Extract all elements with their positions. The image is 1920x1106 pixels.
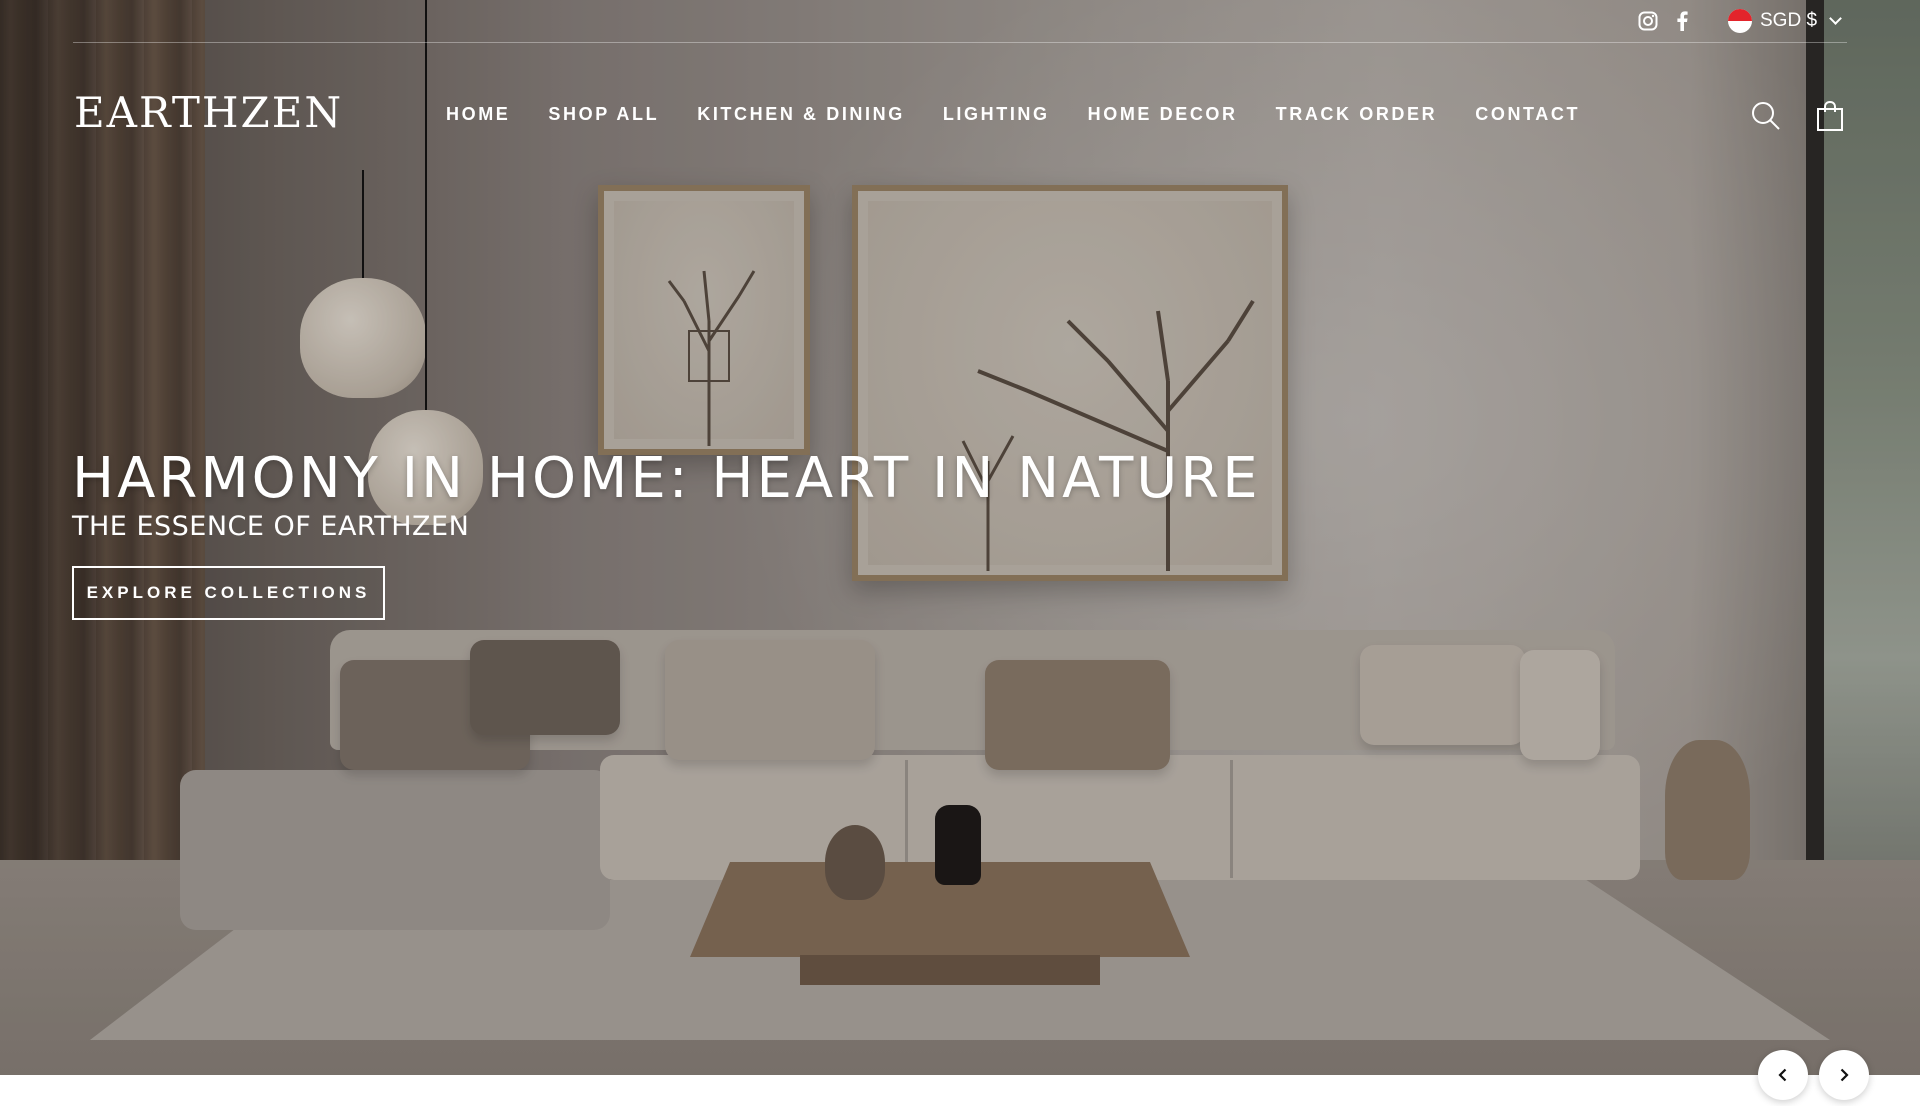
explore-collections-button[interactable]: EXPLORE COLLECTIONS bbox=[72, 566, 385, 620]
facebook-icon[interactable] bbox=[1671, 10, 1693, 32]
nav-item-lighting[interactable]: LIGHTING bbox=[943, 104, 1050, 125]
chevron-down-icon bbox=[1829, 12, 1842, 25]
nav-item-track-order[interactable]: TRACK ORDER bbox=[1276, 104, 1438, 125]
slider-prev-button[interactable] bbox=[1758, 1050, 1808, 1100]
cart-icon[interactable] bbox=[1814, 100, 1846, 132]
currency-label: SGD $ bbox=[1760, 10, 1818, 31]
nav-item-shop-all[interactable]: SHOP ALL bbox=[548, 104, 659, 125]
utility-divider bbox=[73, 42, 1847, 43]
brand-logo[interactable]: EARTHZEN bbox=[74, 88, 341, 138]
nav-item-kitchen-dining[interactable]: KITCHEN & DINING bbox=[697, 104, 905, 125]
nav-item-contact[interactable]: CONTACT bbox=[1475, 104, 1580, 125]
currency-selector[interactable]: SGD $ bbox=[1728, 8, 1842, 34]
search-icon[interactable] bbox=[1750, 100, 1782, 132]
utility-bar: SGD $ bbox=[0, 0, 1920, 42]
chevron-right-icon bbox=[1840, 1068, 1849, 1082]
slider-next-button[interactable] bbox=[1819, 1050, 1869, 1100]
instagram-icon[interactable] bbox=[1637, 10, 1659, 32]
nav-item-home[interactable]: HOME bbox=[446, 104, 510, 125]
hero-subtitle: THE ESSENCE OF EARTHZEN bbox=[72, 511, 470, 542]
hero-title: HARMONY IN HOME: HEART IN NATURE bbox=[72, 446, 1261, 511]
singapore-flag-icon bbox=[1728, 9, 1752, 33]
main-nav: HOME SHOP ALL KITCHEN & DINING LIGHTING … bbox=[446, 104, 1580, 125]
nav-item-home-decor[interactable]: HOME DECOR bbox=[1088, 104, 1238, 125]
chevron-left-icon bbox=[1778, 1068, 1787, 1082]
